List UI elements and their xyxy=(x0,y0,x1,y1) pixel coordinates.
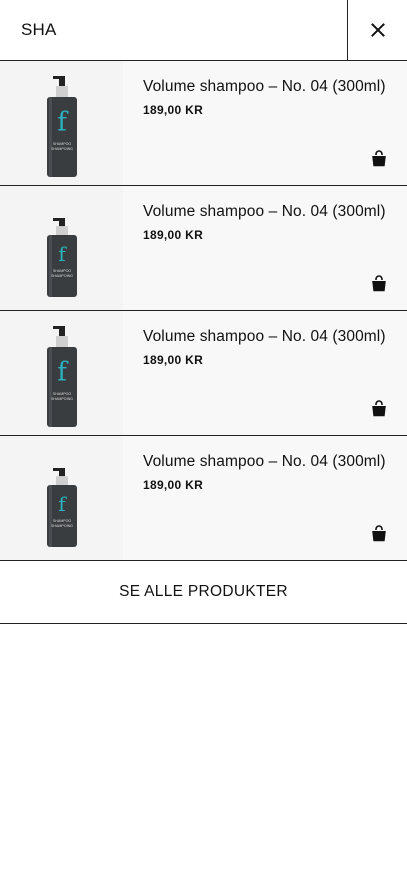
product-thumbnail[interactable]: f SHAMPOO SHAMPOING xyxy=(0,436,123,560)
search-results: f SHAMPOO SHAMPOING Volume shampoo – No. 0… xyxy=(0,61,407,561)
search-bar xyxy=(0,0,407,61)
product-info: Volume shampoo – No. 04 (300ml) 189,00 K… xyxy=(123,186,407,310)
shampoo-bottle-image: fSHAMPOOSHAMPOING xyxy=(46,76,77,177)
shampoo-bottle-image: fSHAMPOOSHAMPOING xyxy=(46,218,77,297)
product-thumbnail[interactable]: f SHAMPOO SHAMPOING xyxy=(0,61,123,185)
bottle-label-text: SHAMPOING xyxy=(51,524,73,528)
product-title[interactable]: Volume shampoo – No. 04 (300ml) xyxy=(143,453,386,471)
product-title[interactable]: Volume shampoo – No. 04 (300ml) xyxy=(143,203,386,221)
shampoo-bottle-image: fSHAMPOOSHAMPOING xyxy=(46,326,77,427)
bottle-label-text: SHAMPOO xyxy=(52,142,71,146)
product-title[interactable]: Volume shampoo – No. 04 (300ml) xyxy=(143,328,386,346)
product-price: 189,00 KR xyxy=(143,478,204,492)
product-info: Volume shampoo – No. 04 (300ml) 189,00 K… xyxy=(123,311,407,435)
product-info: Volume shampoo – No. 04 (300ml) 189,00 K… xyxy=(123,436,407,560)
shampoo-bottle-image: fSHAMPOOSHAMPOING xyxy=(46,468,77,547)
close-button[interactable] xyxy=(347,0,407,60)
shopping-bag-icon[interactable] xyxy=(371,275,387,292)
shopping-bag-icon[interactable] xyxy=(371,400,387,417)
bottle-label-text: SHAMPOO xyxy=(52,519,71,523)
product-thumbnail[interactable]: f SHAMPOO SHAMPOING xyxy=(0,311,123,435)
product-thumbnail[interactable]: f SHAMPOO SHAMPOING xyxy=(0,186,123,310)
search-result-item[interactable]: f SHAMPOO SHAMPOING Volume shampoo – No. 0… xyxy=(0,311,407,436)
product-price: 189,00 KR xyxy=(143,228,204,242)
search-result-item[interactable]: f SHAMPOO SHAMPOING Volume shampoo – No. 0… xyxy=(0,186,407,311)
product-price: 189,00 KR xyxy=(143,103,204,117)
bottle-label-text: SHAMPOO xyxy=(52,269,71,273)
search-input[interactable] xyxy=(0,0,346,60)
shopping-bag-icon[interactable] xyxy=(371,525,387,542)
bottle-label-text: SHAMPOING xyxy=(51,397,73,401)
bottle-label-text: SHAMPOING xyxy=(51,274,73,278)
close-icon xyxy=(370,23,385,37)
product-title[interactable]: Volume shampoo – No. 04 (300ml) xyxy=(143,78,386,96)
search-result-item[interactable]: f SHAMPOO SHAMPOING Volume shampoo – No. 0… xyxy=(0,436,407,561)
search-result-item[interactable]: f SHAMPOO SHAMPOING Volume shampoo – No. 0… xyxy=(0,61,407,186)
bottle-label-text: SHAMPOO xyxy=(52,392,71,396)
bottle-label-text: SHAMPOING xyxy=(51,147,73,151)
see-all-products-button[interactable]: SE ALLE PRODUKTER xyxy=(0,561,407,624)
shopping-bag-icon[interactable] xyxy=(371,150,387,167)
product-price: 189,00 KR xyxy=(143,353,204,367)
product-info: Volume shampoo – No. 04 (300ml) 189,00 K… xyxy=(123,61,407,185)
